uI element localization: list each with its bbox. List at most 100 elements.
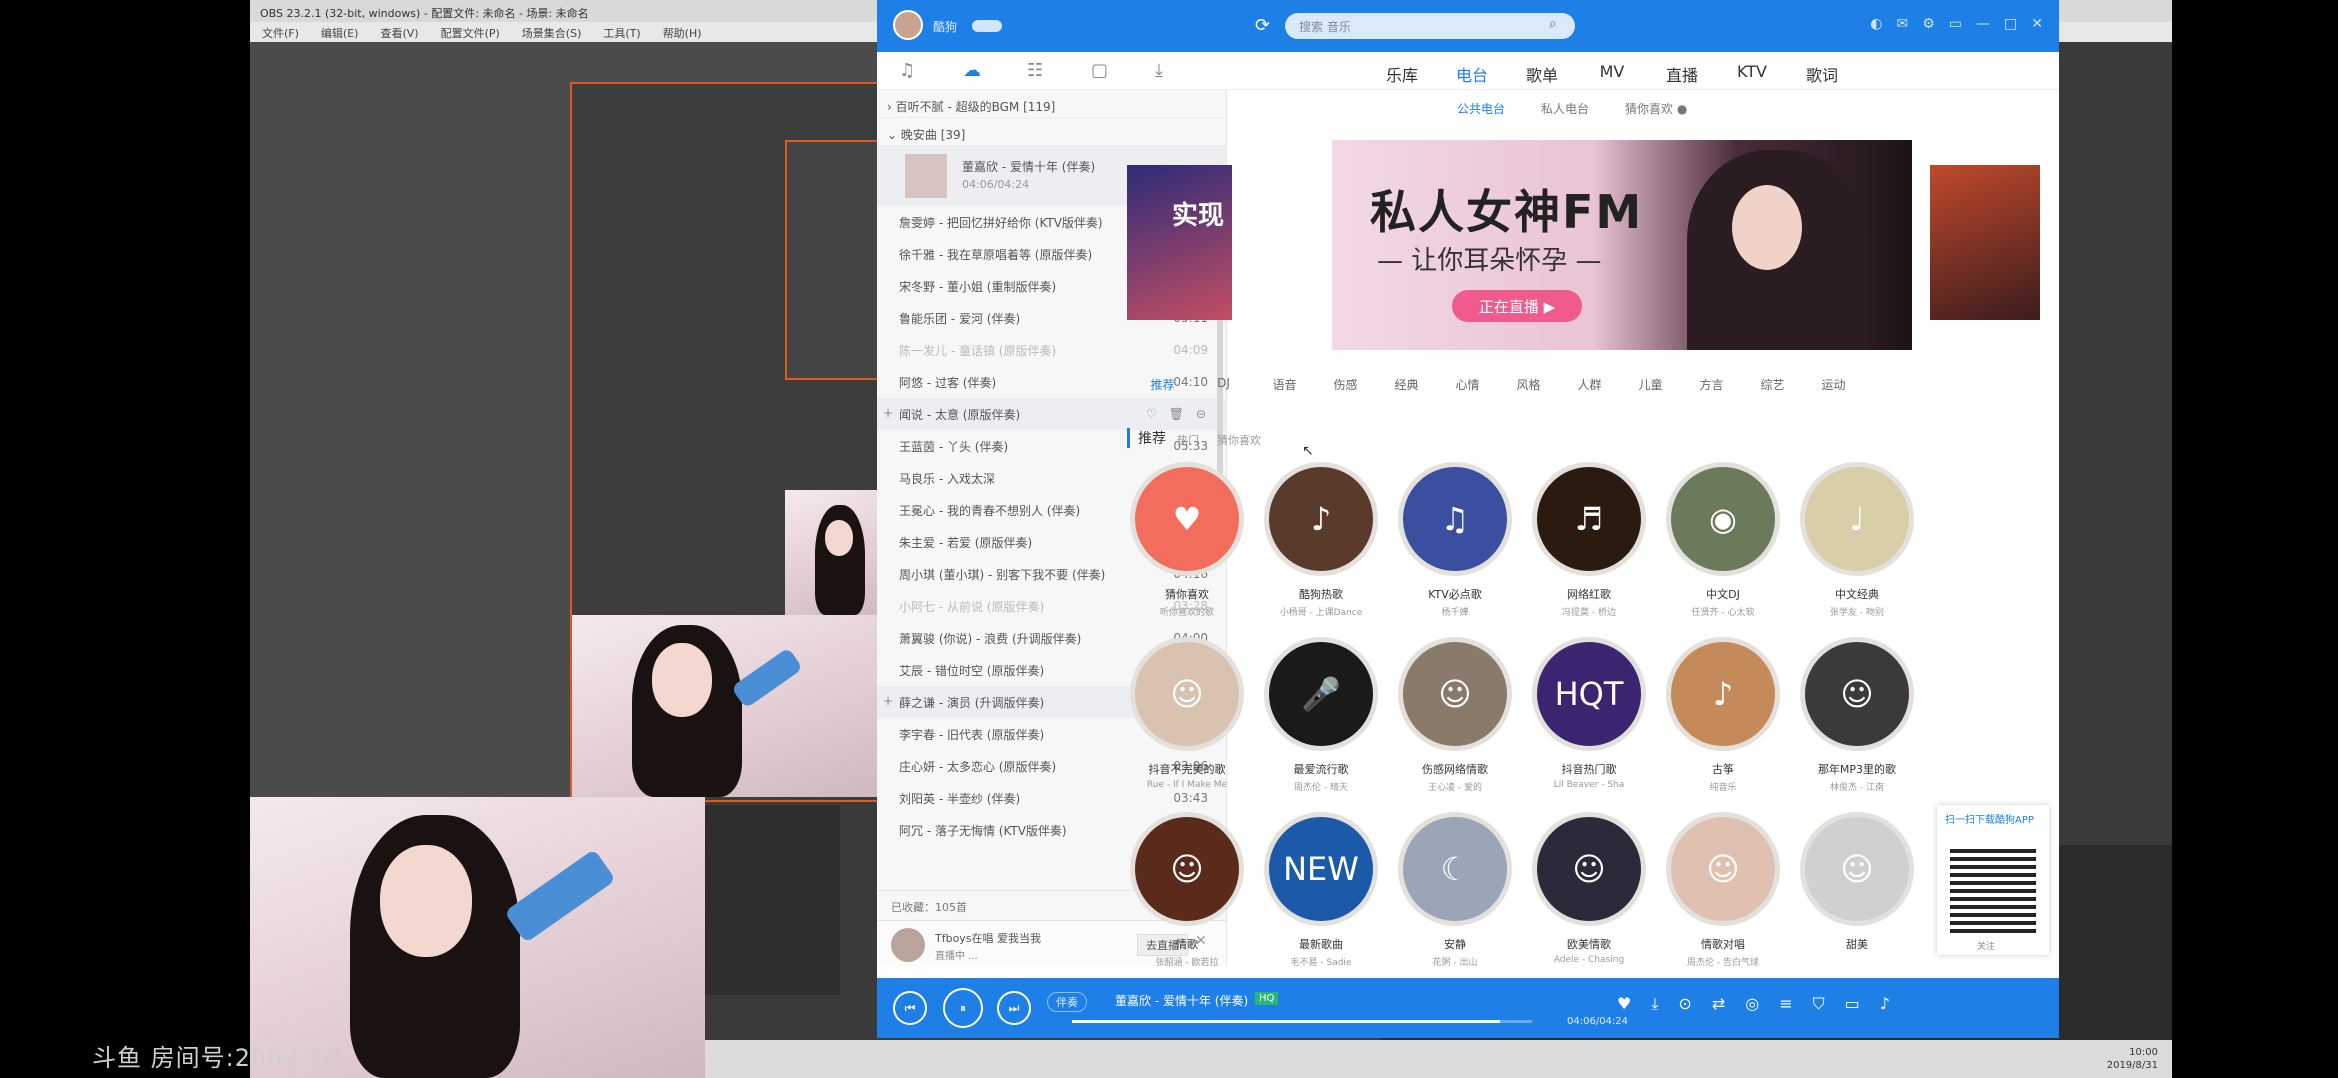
- playlist-icon[interactable]: ≡: [1779, 994, 1792, 1014]
- previous-icon[interactable]: ⏮: [893, 991, 927, 1025]
- category-tab[interactable]: 综艺: [1742, 376, 1803, 398]
- banner-prev-slide[interactable]: 实现: [1127, 165, 1232, 320]
- radio-cover-icon[interactable]: ♬: [1532, 462, 1646, 576]
- radio-name[interactable]: 情歌对唱: [1663, 936, 1783, 952]
- radio-card[interactable]: ♩ 中文经典 张学友 - 吻别: [1797, 462, 1917, 618]
- radio-card[interactable]: ☺ 抖音不完美的歌 Rue - If I Make Me: [1127, 637, 1247, 790]
- radio-cover-icon[interactable]: ☺: [1666, 812, 1780, 926]
- radio-card[interactable]: ♬ 网络红歌 冯提莫 - 桥边: [1529, 462, 1649, 618]
- radio-name[interactable]: 猜你喜欢: [1127, 586, 1247, 602]
- sidetab-cloud-icon[interactable]: ☁: [963, 60, 981, 81]
- delete-icon[interactable]: 🗑: [1169, 407, 1184, 421]
- tab-library[interactable]: 乐库: [1367, 62, 1437, 86]
- radio-cover-icon[interactable]: NEW: [1264, 812, 1378, 926]
- radio-name[interactable]: 中文经典: [1797, 586, 1917, 602]
- section-link[interactable]: 热门: [1177, 432, 1199, 448]
- search-input[interactable]: 搜索 音乐: [1285, 13, 1575, 39]
- radio-name[interactable]: 伤感网络情歌: [1395, 761, 1515, 777]
- sidetab-music-icon[interactable]: ♫: [899, 60, 915, 81]
- obs-menu-view[interactable]: 查看(V): [380, 25, 418, 40]
- radio-cover-icon[interactable]: ◉: [1666, 462, 1780, 576]
- radio-card[interactable]: ☺ 欧美情歌 Adele - Chasing: [1529, 812, 1649, 965]
- radio-name[interactable]: KTV必点歌: [1395, 586, 1515, 602]
- skin-icon[interactable]: ◐: [1870, 16, 1882, 32]
- obs-audio-mixer[interactable]: [705, 805, 840, 995]
- radio-cover-icon[interactable]: 🎤: [1264, 637, 1378, 751]
- like-icon[interactable]: ♥: [1617, 994, 1631, 1014]
- mode-toggle[interactable]: 伴奏: [1047, 992, 1087, 1012]
- comment-icon[interactable]: ⊙: [1678, 994, 1691, 1014]
- next-icon[interactable]: ⏭: [997, 991, 1031, 1025]
- radio-cover-icon[interactable]: ☺: [1800, 637, 1914, 751]
- obs-menu-tools[interactable]: 工具(T): [603, 25, 640, 40]
- user-name[interactable]: 酷狗: [933, 18, 957, 35]
- refresh-icon[interactable]: ⟳: [1255, 15, 1270, 36]
- track-row[interactable]: 陈一发儿 - 童话镇 (原版伴奏) 04:09: [877, 334, 1226, 366]
- obs-menu-edit[interactable]: 编辑(E): [321, 25, 359, 40]
- banner-next-slide[interactable]: [1930, 165, 2040, 320]
- category-tab[interactable]: 伤感: [1315, 376, 1376, 398]
- radio-name[interactable]: 安静: [1395, 936, 1515, 952]
- subtab-public-radio[interactable]: 公共电台: [1457, 100, 1505, 117]
- category-tab[interactable]: 人群: [1559, 376, 1620, 398]
- obs-menu-profile[interactable]: 配置文件(P): [441, 25, 500, 40]
- radio-name[interactable]: 欧美情歌: [1529, 936, 1649, 952]
- radio-card[interactable]: ☺ 甜美: [1797, 812, 1917, 955]
- radio-name[interactable]: 那年MP3里的歌: [1797, 761, 1917, 777]
- play-mode-icon[interactable]: ⇄: [1712, 994, 1725, 1014]
- category-tab[interactable]: 经典: [1376, 376, 1437, 398]
- user-avatar[interactable]: [893, 10, 923, 40]
- radio-name[interactable]: 抖音热门歌: [1529, 761, 1649, 777]
- radio-card[interactable]: ♪ 古筝 纯音乐: [1663, 637, 1783, 793]
- mini-mode-icon[interactable]: ▭: [1949, 16, 1962, 32]
- radio-card[interactable]: NEW 最新歌曲 毛不易 - Sadie: [1261, 812, 1381, 968]
- radio-card[interactable]: ♥ 猜你喜欢 听你喜欢的歌: [1127, 462, 1247, 618]
- radio-name[interactable]: 中文DJ: [1663, 586, 1783, 602]
- radio-cover-icon[interactable]: ♪: [1264, 462, 1378, 576]
- radio-card[interactable]: ☾ 安静 花粥 - 出山: [1395, 812, 1515, 968]
- radio-name[interactable]: 甜美: [1797, 936, 1917, 952]
- progress-slider[interactable]: [1072, 1020, 1532, 1023]
- subtab-private-radio[interactable]: 私人电台: [1541, 100, 1589, 117]
- mini-player-icon[interactable]: ▭: [1845, 994, 1860, 1014]
- subtab-guess[interactable]: 猜你喜欢 ●: [1625, 100, 1687, 117]
- category-tab[interactable]: 风格: [1498, 376, 1559, 398]
- tab-radio[interactable]: 电台: [1437, 62, 1507, 86]
- radio-cover-icon[interactable]: ☺: [1130, 637, 1244, 751]
- download-icon[interactable]: ⤓: [1651, 994, 1658, 1014]
- radio-card[interactable]: ♫ KTV必点歌 杨千嬅: [1395, 462, 1515, 618]
- like-icon[interactable]: ♡: [1146, 407, 1157, 421]
- more-icon[interactable]: ⊝: [1196, 407, 1206, 421]
- radio-name[interactable]: 网络红歌: [1529, 586, 1649, 602]
- close-icon[interactable]: ✕: [2031, 16, 2043, 32]
- tab-playlists[interactable]: 歌单: [1507, 62, 1577, 86]
- radio-card[interactable]: HQT 抖音热门歌 Lil Beaver - Sha: [1529, 637, 1649, 790]
- category-tab[interactable]: 方言: [1681, 376, 1742, 398]
- quality-badge[interactable]: HQ: [1255, 992, 1279, 1005]
- radio-card[interactable]: ☺ 伤感网络情歌 王心凌 - 爱的: [1395, 637, 1515, 793]
- radio-card[interactable]: ☺ 那年MP3里的歌 林俊杰 - 江南: [1797, 637, 1917, 793]
- radio-cover-icon[interactable]: ☺: [1532, 812, 1646, 926]
- banner[interactable]: 私人女神FM — 让你耳朵怀孕 — 正在直播 ▶: [1332, 140, 1912, 350]
- radio-name[interactable]: 抖音不完美的歌: [1127, 761, 1247, 777]
- radio-card[interactable]: ☺ 情歌 张韶涵 - 欧若拉: [1127, 812, 1247, 968]
- radio-cover-icon[interactable]: ♥: [1130, 462, 1244, 576]
- pause-icon[interactable]: ⏸: [943, 988, 983, 1028]
- radio-name[interactable]: 古筝: [1663, 761, 1783, 777]
- category-tab[interactable]: 儿童: [1620, 376, 1681, 398]
- settings-icon[interactable]: ⚙: [1922, 16, 1935, 32]
- maximize-icon[interactable]: □: [2004, 16, 2017, 32]
- lyrics-icon[interactable]: ⛉: [1813, 994, 1825, 1014]
- sidetab-download-icon[interactable]: ⤓: [1155, 60, 1163, 81]
- radio-card[interactable]: ◉ 中文DJ 任贤齐 - 心太软: [1663, 462, 1783, 618]
- category-tab[interactable]: 运动: [1803, 376, 1864, 398]
- category-tab[interactable]: 心情: [1437, 376, 1498, 398]
- category-tab[interactable]: DJ: [1193, 376, 1254, 398]
- minimize-icon[interactable]: —: [1976, 16, 1990, 32]
- track-row[interactable]: + 闻说 - 太意 (原版伴奏) ♡ 🗑 ⊝: [877, 398, 1226, 430]
- sound-effect-icon[interactable]: ◎: [1745, 994, 1759, 1014]
- category-tab[interactable]: 语音: [1254, 376, 1315, 398]
- search-icon[interactable]: ⌕: [1549, 16, 1557, 32]
- radio-cover-icon[interactable]: ☺: [1130, 812, 1244, 926]
- tab-live[interactable]: 直播: [1647, 62, 1717, 86]
